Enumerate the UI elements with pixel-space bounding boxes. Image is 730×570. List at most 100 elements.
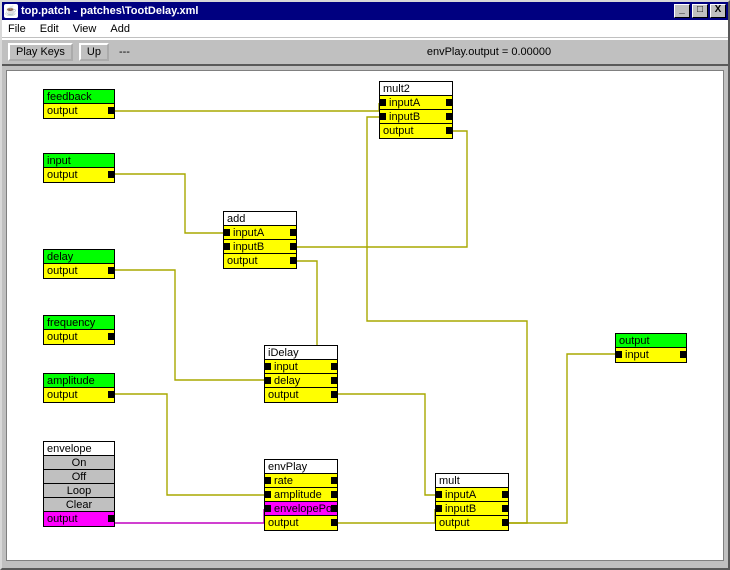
node-feedback[interactable]: feedback output — [43, 89, 115, 119]
node-add[interactable]: add inputA inputB output — [223, 211, 297, 269]
output-port-icon[interactable] — [331, 491, 338, 498]
menu-add[interactable]: Add — [110, 23, 130, 35]
port-inputb[interactable]: inputB — [436, 502, 508, 516]
output-port-icon[interactable] — [108, 515, 115, 522]
port-inputa[interactable]: inputA — [224, 226, 296, 240]
node-mult2[interactable]: mult2 inputA inputB output — [379, 81, 453, 139]
input-port-icon[interactable] — [264, 377, 271, 384]
input-port-icon[interactable] — [223, 243, 230, 250]
menubar: File Edit View Add — [2, 20, 728, 38]
app-window: ☕ top.patch - patches\TootDelay.xml _ □ … — [0, 0, 730, 570]
input-port-icon[interactable] — [379, 113, 386, 120]
patch-canvas[interactable]: feedback output input output delay outpu… — [6, 70, 724, 561]
node-title: envelope — [44, 442, 114, 456]
output-port-icon[interactable] — [331, 363, 338, 370]
port-output[interactable]: output — [380, 124, 452, 138]
output-port-icon[interactable] — [108, 267, 115, 274]
node-envelope[interactable]: envelope On Off Loop Clear output — [43, 441, 115, 527]
menu-view[interactable]: View — [73, 23, 97, 35]
port-output[interactable]: output — [436, 516, 508, 530]
input-port-icon[interactable] — [264, 491, 271, 498]
menu-edit[interactable]: Edit — [40, 23, 59, 35]
output-port-icon[interactable] — [502, 505, 509, 512]
input-port-icon[interactable] — [615, 351, 622, 358]
output-port-icon[interactable] — [331, 477, 338, 484]
up-button[interactable]: Up — [79, 43, 109, 61]
port-input[interactable]: input — [616, 348, 686, 362]
output-port-icon[interactable] — [331, 391, 338, 398]
port-inputa[interactable]: inputA — [380, 96, 452, 110]
envelope-loop-button[interactable]: Loop — [44, 484, 114, 498]
port-envelope[interactable]: envelopePo — [265, 502, 337, 516]
port-inputb[interactable]: inputB — [380, 110, 452, 124]
envelope-off-button[interactable]: Off — [44, 470, 114, 484]
output-port-icon[interactable] — [331, 377, 338, 384]
input-port-icon[interactable] — [379, 99, 386, 106]
port-output[interactable]: output — [44, 330, 114, 344]
node-title: output — [616, 334, 686, 348]
envelope-on-button[interactable]: On — [44, 456, 114, 470]
output-port-icon[interactable] — [502, 519, 509, 526]
node-input[interactable]: input output — [43, 153, 115, 183]
node-output[interactable]: output input — [615, 333, 687, 363]
node-mult[interactable]: mult inputA inputB output — [435, 473, 509, 531]
port-output[interactable]: output — [44, 168, 114, 182]
input-port-icon[interactable] — [435, 491, 442, 498]
port-output[interactable]: output — [265, 388, 337, 402]
input-port-icon[interactable] — [264, 363, 271, 370]
node-title: delay — [44, 250, 114, 264]
toolbar-dash: --- — [119, 46, 130, 58]
output-port-icon[interactable] — [331, 519, 338, 526]
node-title: mult2 — [380, 82, 452, 96]
window-title: top.patch - patches\TootDelay.xml — [21, 5, 198, 17]
output-port-icon[interactable] — [446, 99, 453, 106]
input-port-icon[interactable] — [264, 505, 271, 512]
output-port-icon[interactable] — [331, 505, 338, 512]
java-icon: ☕ — [4, 4, 18, 18]
port-delay[interactable]: delay — [265, 374, 337, 388]
output-port-icon[interactable] — [446, 127, 453, 134]
port-output[interactable]: output — [44, 512, 114, 526]
port-input[interactable]: input — [265, 360, 337, 374]
node-title: input — [44, 154, 114, 168]
output-port-icon[interactable] — [502, 491, 509, 498]
node-amplitude[interactable]: amplitude output — [43, 373, 115, 403]
menu-file[interactable]: File — [8, 23, 26, 35]
output-port-icon[interactable] — [680, 351, 687, 358]
node-idelay[interactable]: iDelay input delay output — [264, 345, 338, 403]
node-title: amplitude — [44, 374, 114, 388]
toolbar-status: envPlay.output = 0.00000 — [136, 46, 722, 58]
node-envplay[interactable]: envPlay rate amplitude envelopePo output — [264, 459, 338, 531]
output-port-icon[interactable] — [108, 171, 115, 178]
envelope-clear-button[interactable]: Clear — [44, 498, 114, 512]
maximize-button[interactable]: □ — [692, 4, 708, 18]
output-port-icon[interactable] — [108, 391, 115, 398]
port-output[interactable]: output — [44, 264, 114, 278]
node-frequency[interactable]: frequency output — [43, 315, 115, 345]
output-port-icon[interactable] — [290, 257, 297, 264]
port-output[interactable]: output — [224, 254, 296, 268]
port-output[interactable]: output — [265, 516, 337, 530]
node-title: mult — [436, 474, 508, 488]
play-keys-button[interactable]: Play Keys — [8, 43, 73, 61]
node-delay[interactable]: delay output — [43, 249, 115, 279]
port-amplitude[interactable]: amplitude — [265, 488, 337, 502]
node-title: envPlay — [265, 460, 337, 474]
titlebar[interactable]: ☕ top.patch - patches\TootDelay.xml _ □ … — [2, 2, 728, 20]
port-inputb[interactable]: inputB — [224, 240, 296, 254]
port-output[interactable]: output — [44, 388, 114, 402]
port-output[interactable]: output — [44, 104, 114, 118]
minimize-button[interactable]: _ — [674, 4, 690, 18]
output-port-icon[interactable] — [446, 113, 453, 120]
port-inputa[interactable]: inputA — [436, 488, 508, 502]
input-port-icon[interactable] — [264, 477, 271, 484]
port-rate[interactable]: rate — [265, 474, 337, 488]
output-port-icon[interactable] — [108, 107, 115, 114]
node-title: iDelay — [265, 346, 337, 360]
input-port-icon[interactable] — [223, 229, 230, 236]
close-button[interactable]: X — [710, 4, 726, 18]
output-port-icon[interactable] — [290, 243, 297, 250]
output-port-icon[interactable] — [290, 229, 297, 236]
output-port-icon[interactable] — [108, 333, 115, 340]
input-port-icon[interactable] — [435, 505, 442, 512]
